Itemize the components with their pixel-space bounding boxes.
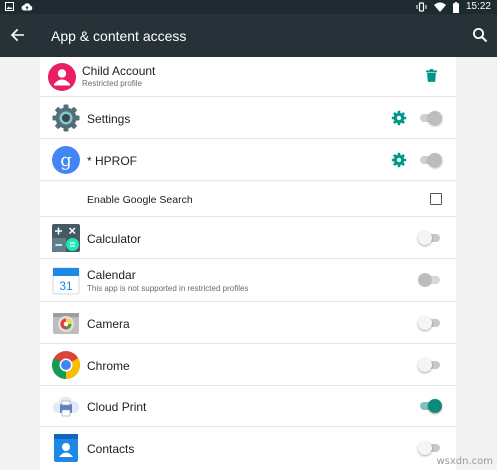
app-bar: App & content access [0,14,497,57]
arrow-back-icon[interactable] [9,26,27,44]
app-label: Camera [87,317,130,331]
profile-row: Child Account Restricted profile [40,57,456,97]
app-row-hprof[interactable]: g * HPROF [40,139,456,181]
google-search-row[interactable]: Enable Google Search [40,181,456,217]
app-label: Cloud Print [87,400,147,414]
app-toggle-switch[interactable] [418,153,442,167]
app-toggle-switch[interactable] [418,358,442,372]
app-toggle-switch[interactable] [418,316,442,330]
calculator-icon [52,224,80,252]
app-settings-gear-icon[interactable] [391,152,407,168]
image-icon [5,2,14,11]
calendar-icon: 31 [52,267,80,295]
search-icon[interactable] [472,27,488,43]
app-row-contacts[interactable]: Contacts [40,427,456,470]
app-row-camera[interactable]: Camera [40,302,456,344]
app-toggle-switch[interactable] [418,399,442,413]
trash-icon[interactable] [426,69,437,82]
wifi-icon [433,2,446,12]
app-toggle-switch[interactable] [418,111,442,125]
app-label: Calendar [87,268,136,282]
avatar-icon [48,63,76,91]
chrome-icon [52,351,80,379]
app-row-chrome[interactable]: Chrome [40,344,456,386]
app-toggle-switch [418,273,442,287]
app-label: Calculator [87,232,142,246]
contacts-icon [54,434,78,462]
status-bar: 15:22 [0,0,497,14]
app-toggle-switch[interactable] [418,441,442,455]
profile-subtitle: Restricted profile [82,79,143,88]
battery-icon [452,1,459,13]
app-label: Chrome [87,359,130,373]
app-subtitle: This app is not supported in restricted … [87,284,249,293]
google-search-checkbox[interactable] [430,193,442,205]
cloud-print-icon [52,396,80,417]
vibrate-icon [416,2,427,12]
app-row-settings[interactable]: Settings [40,97,456,139]
page-title: App & content access [51,28,187,44]
app-row-cloud-print[interactable]: Cloud Print [40,386,456,427]
app-label: * HPROF [87,154,138,168]
settings-gear-icon [52,104,80,132]
cloud-upload-icon [21,3,33,11]
app-label: Settings [87,112,131,126]
app-row-calendar[interactable]: 31 Calendar This app is not supported in… [40,259,456,302]
svg-text:g: g [60,150,72,171]
google-search-label: Enable Google Search [87,194,193,206]
profile-name[interactable]: Child Account [82,64,155,78]
app-row-calculator[interactable]: Calculator [40,217,456,259]
app-label: Contacts [87,442,135,456]
google-g-icon: g [52,146,80,174]
calendar-day: 31 [59,279,73,293]
app-list-card: Child Account Restricted profile Setting… [40,57,456,470]
app-toggle-switch[interactable] [418,231,442,245]
app-settings-gear-icon[interactable] [391,110,407,126]
watermark: wsxdn.com [436,456,493,467]
status-time: 15:22 [465,1,491,12]
camera-icon [53,313,79,334]
